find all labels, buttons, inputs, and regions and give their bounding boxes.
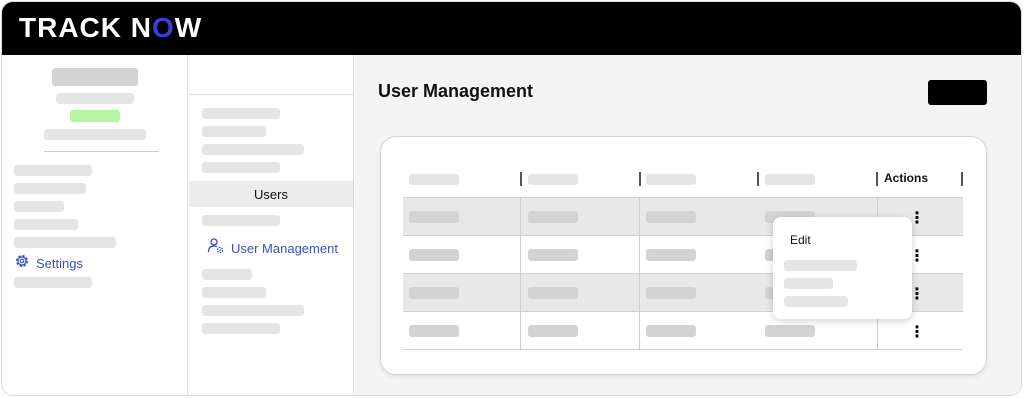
menu-item-edit[interactable]: Edit — [790, 233, 811, 247]
logo: TRACK NOW — [19, 12, 203, 43]
sidebar: Settings — [2, 55, 188, 395]
app-window: TRACK NOW Settings Users User Management… — [1, 1, 1022, 396]
sidebar-item-placeholder[interactable] — [14, 183, 86, 194]
column-divider[interactable] — [639, 172, 641, 186]
table-cell-placeholder — [528, 249, 578, 261]
table-cell-placeholder — [646, 249, 696, 261]
menu-item-placeholder[interactable] — [784, 260, 857, 271]
gear-icon — [14, 253, 30, 274]
profile-meta-placeholder — [44, 129, 146, 140]
sidebar-item-placeholder[interactable] — [14, 237, 116, 248]
table-cell-placeholder — [646, 325, 696, 337]
table-cell-placeholder — [528, 211, 578, 223]
sidebar-item-settings-label: Settings — [36, 255, 83, 271]
column-header-actions: Actions — [884, 171, 929, 185]
row-actions-kebab-icon[interactable]: ⋮ — [909, 323, 925, 341]
sidebar-item-placeholder[interactable] — [14, 219, 78, 230]
sidebar-item-placeholder[interactable] — [14, 277, 92, 288]
status-badge — [70, 110, 120, 122]
top-bar: TRACK NOW — [2, 2, 1021, 55]
profile-subtitle-placeholder — [56, 93, 134, 104]
subnav-item-placeholder[interactable] — [202, 215, 280, 226]
primary-action-button[interactable] — [928, 80, 987, 105]
cell-divider — [639, 274, 640, 311]
menu-item-placeholder[interactable] — [784, 296, 848, 307]
subnav-section-users[interactable]: Users — [189, 181, 353, 207]
subnav-item-placeholder[interactable] — [202, 323, 280, 334]
cell-divider — [520, 236, 521, 273]
main-content: User Management Actions ⋮ ⋮ ⋮ ⋮ Edit — [355, 55, 1021, 395]
subnav-section-users-label: Users — [254, 186, 288, 202]
table-cell-placeholder — [409, 325, 459, 337]
subnav-item-placeholder[interactable] — [202, 108, 280, 119]
table-cell-placeholder — [409, 249, 459, 261]
menu-item-placeholder[interactable] — [784, 278, 833, 289]
column-header-placeholder — [646, 174, 696, 185]
table-cell-placeholder — [765, 325, 815, 337]
user-table-card: Actions ⋮ ⋮ ⋮ ⋮ Edit — [380, 136, 987, 375]
subnav-item-placeholder[interactable] — [202, 269, 252, 280]
table-cell-placeholder — [409, 287, 459, 299]
cell-divider — [520, 198, 521, 235]
user-gear-icon — [207, 237, 225, 260]
subnav-item-placeholder[interactable] — [202, 305, 304, 316]
secondary-nav-header — [189, 55, 353, 95]
page-title: User Management — [378, 81, 534, 101]
subnav-item-placeholder[interactable] — [202, 144, 304, 155]
subnav-item-user-management[interactable]: User Management — [207, 237, 338, 260]
profile-name-placeholder — [52, 68, 138, 86]
table-cell-placeholder — [528, 287, 578, 299]
column-divider[interactable] — [876, 172, 878, 186]
column-divider[interactable] — [520, 172, 522, 186]
column-header-placeholder — [528, 174, 578, 185]
profile-divider — [44, 151, 159, 152]
secondary-nav: Users User Management — [189, 55, 354, 395]
column-header-placeholder — [409, 174, 459, 185]
cell-divider — [520, 274, 521, 311]
subnav-item-placeholder[interactable] — [202, 287, 266, 298]
table-header: Actions — [403, 165, 963, 197]
sidebar-item-settings[interactable]: Settings — [14, 253, 83, 273]
cell-divider — [639, 236, 640, 273]
table-cell-placeholder — [528, 325, 578, 337]
sidebar-item-placeholder[interactable] — [14, 165, 92, 176]
table-cell-placeholder — [409, 211, 459, 223]
table-cell-placeholder — [646, 287, 696, 299]
cell-divider — [520, 312, 521, 349]
row-actions-menu: Edit — [773, 217, 912, 319]
cell-divider — [639, 312, 640, 349]
column-header-placeholder — [765, 174, 815, 185]
subnav-item-placeholder[interactable] — [202, 162, 280, 173]
column-divider[interactable] — [757, 172, 759, 186]
cell-divider — [639, 198, 640, 235]
sidebar-item-placeholder[interactable] — [14, 201, 64, 212]
column-divider[interactable] — [961, 172, 963, 186]
subnav-item-user-management-label: User Management — [231, 240, 338, 256]
subnav-item-placeholder[interactable] — [202, 126, 266, 137]
table-cell-placeholder — [646, 211, 696, 223]
